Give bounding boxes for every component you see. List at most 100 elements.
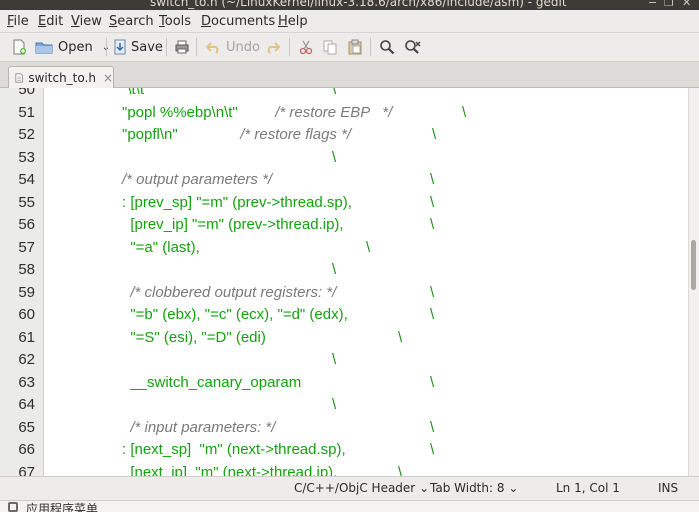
line-number: 53 xyxy=(18,148,35,166)
line-number: 60 xyxy=(18,306,35,323)
code-string: "\t\t" xyxy=(122,88,150,98)
line-continuation-backslash: \ xyxy=(430,441,435,458)
line-number: 63 xyxy=(18,373,35,391)
title-bar: switch_to.h (~/LinuxKernel/linux-3.18.6/… xyxy=(0,0,699,10)
line-continuation-backslash: \ xyxy=(332,351,337,368)
app-menu-label[interactable]: 应用程序菜单 xyxy=(26,501,98,512)
toolbar-divider xyxy=(166,38,167,56)
toolbar-divider xyxy=(289,38,290,56)
language-selector[interactable]: C/C++/ObjC Header ⌄ xyxy=(294,481,429,495)
code-line: /* clobbered output registers: */ xyxy=(122,284,336,301)
desktop-panel: 应用程序菜单 xyxy=(0,500,699,512)
toolbar: Open ⌄ Save Undo xyxy=(0,33,699,62)
code-string: "=b" (ebx), "=c" (ecx), "=d" (edx), xyxy=(122,306,348,323)
close-window-icon[interactable]: ✕ xyxy=(682,0,691,9)
code-comment: /* clobbered output registers: */ xyxy=(122,283,337,301)
maximize-icon[interactable]: ❐ xyxy=(664,0,674,9)
code-line: "\t\t" xyxy=(122,88,149,98)
line-number: 61 xyxy=(18,328,35,346)
line-number: 65 xyxy=(18,418,35,436)
menu-bar: File Edit View Search Tools Documents He… xyxy=(0,10,699,33)
line-number: 52 xyxy=(18,126,35,143)
print-icon[interactable] xyxy=(174,37,190,57)
code-line: : [prev_sp] "=m" (prev->thread.sp), xyxy=(122,194,352,211)
line-continuation-backslash: \ xyxy=(332,148,337,166)
cut-icon[interactable] xyxy=(298,37,314,57)
menu-search[interactable]: Search xyxy=(109,14,154,29)
menu-help[interactable]: Help xyxy=(278,14,308,29)
toolbar-divider xyxy=(106,38,107,56)
app-menu-icon[interactable] xyxy=(8,502,18,512)
line-continuation-backslash: \ xyxy=(398,463,403,477)
minimize-icon[interactable]: − xyxy=(648,0,657,9)
code-line: /* output parameters */ xyxy=(122,171,272,188)
undo-label: Undo xyxy=(226,39,260,55)
code-line: /* input parameters: */ xyxy=(122,419,275,436)
save-button[interactable]: Save xyxy=(113,37,163,57)
menu-documents[interactable]: Documents xyxy=(201,14,275,29)
close-tab-icon[interactable]: × xyxy=(103,71,113,85)
text-file-icon xyxy=(15,73,23,83)
undo-button[interactable]: Undo xyxy=(206,37,260,57)
copy-icon[interactable] xyxy=(322,37,338,57)
code-comment: /* restore EBP */ xyxy=(237,103,393,121)
tab-width-selector[interactable]: Tab Width: 8 ⌄ xyxy=(430,481,518,495)
find-replace-icon[interactable] xyxy=(404,37,422,57)
open-button[interactable]: Open ⌄ xyxy=(34,37,110,57)
line-number: 56 xyxy=(18,216,35,233)
line-continuation-backslash: \ xyxy=(432,126,437,143)
find-icon[interactable] xyxy=(379,37,395,57)
line-continuation-backslash: \ xyxy=(462,103,467,121)
code-line: "popl %%ebp\n\t" /* restore EBP */ xyxy=(122,104,392,121)
code-line: : [next_sp] "m" (next->thread.sp), xyxy=(122,441,346,458)
line-number: 51 xyxy=(18,103,35,121)
code-string: "popl %%ebp\n\t" xyxy=(122,103,238,121)
line-continuation-backslash: \ xyxy=(430,193,435,211)
line-number: 58 xyxy=(18,261,35,278)
line-number-gutter: 50 51 52 53 54 55 56 57 58 59 60 61 62 63 64 65 66 67 xyxy=(0,88,44,476)
open-label: Open xyxy=(58,39,93,55)
window-title: switch_to.h (~/LinuxKernel/linux-3.18.6/… xyxy=(150,0,567,9)
code-line: "=S" (esi), "=D" (edi) xyxy=(122,329,266,346)
line-number: 59 xyxy=(18,283,35,301)
code-line: __switch_canary_oparam xyxy=(122,374,301,391)
line-continuation-backslash: \ xyxy=(430,283,435,301)
code-comment: /* restore flags */ xyxy=(177,126,352,143)
code-line: "=a" (last), xyxy=(122,239,199,256)
menu-edit[interactable]: Edit xyxy=(38,14,63,29)
code-string: [next_ip] "m" (next->thread.ip), xyxy=(122,463,338,477)
redo-icon[interactable] xyxy=(264,37,280,57)
code-line: "popfl\n" /* restore flags */ xyxy=(122,126,351,143)
code-line: "=b" (ebx), "=c" (ecx), "=d" (edx), xyxy=(122,306,348,323)
insert-mode: INS xyxy=(658,481,679,495)
save-icon xyxy=(114,39,126,55)
vertical-scrollbar[interactable] xyxy=(688,88,699,476)
new-file-icon[interactable] xyxy=(10,37,28,57)
code-line: [next_ip] "m" (next->thread.ip), xyxy=(122,464,337,477)
document-tabs: switch_to.h × xyxy=(0,62,699,89)
text-editor[interactable]: 50 51 52 53 54 55 56 57 58 59 60 61 62 63 64 65 66 67 "\t… xyxy=(0,88,699,476)
scrollbar-thumb[interactable] xyxy=(691,240,696,290)
line-number: 66 xyxy=(18,441,35,458)
line-number: 54 xyxy=(18,171,35,188)
line-continuation-backslash: \ xyxy=(430,418,435,436)
menu-file[interactable]: File xyxy=(7,14,29,29)
line-continuation-backslash: \ xyxy=(332,261,337,278)
line-continuation-backslash: \ xyxy=(332,88,337,98)
toolbar-divider xyxy=(370,38,371,56)
line-continuation-backslash: \ xyxy=(430,373,435,391)
code-line: [prev_ip] "=m" (prev->thread.ip), xyxy=(122,216,343,233)
code-string: : [next_sp] "m" (next->thread.sp), xyxy=(122,441,346,458)
tab-label: switch_to.h xyxy=(28,71,96,85)
open-folder-icon xyxy=(35,42,53,54)
menu-tools[interactable]: Tools xyxy=(159,14,191,29)
line-number: 50 xyxy=(18,88,35,98)
code-string: : [prev_sp] "=m" (prev->thread.sp), xyxy=(122,193,352,211)
code-string: __switch_canary_oparam xyxy=(122,373,302,391)
line-continuation-backslash: \ xyxy=(430,216,435,233)
paste-icon[interactable] xyxy=(347,37,363,57)
chevron-down-icon: ⌄ xyxy=(508,481,519,495)
code-string: "popfl\n" xyxy=(122,126,178,143)
menu-view[interactable]: View xyxy=(71,14,102,29)
tab-switch-to-h[interactable]: switch_to.h × xyxy=(8,66,114,89)
